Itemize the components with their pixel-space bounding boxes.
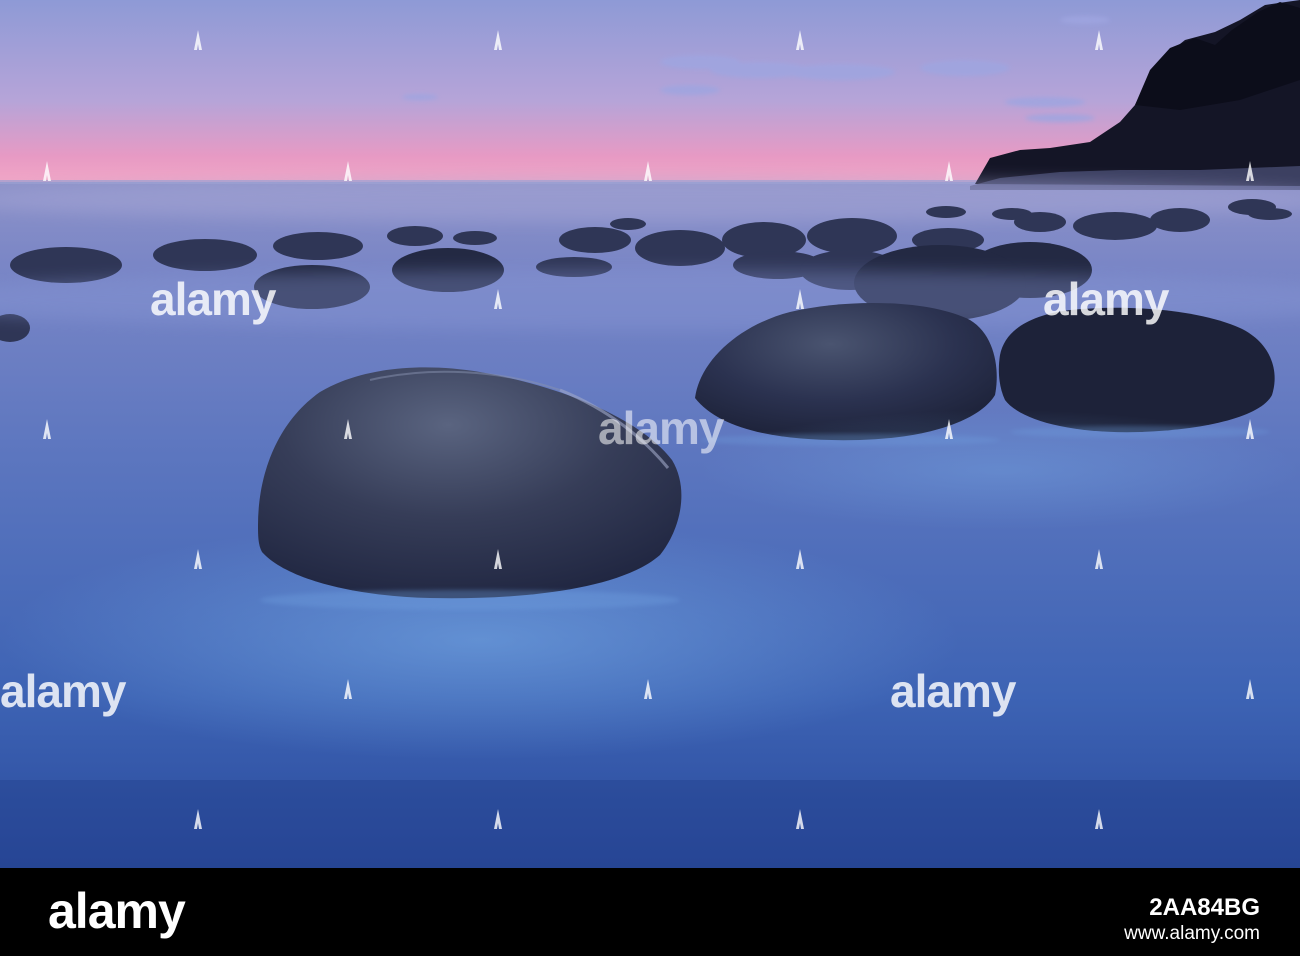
alamy-mark-icon bbox=[1246, 419, 1254, 439]
alamy-mark-icon bbox=[945, 419, 953, 439]
alamy-mark-icon bbox=[494, 30, 502, 50]
alamy-mark-icon bbox=[494, 289, 502, 309]
alamy-mark-icon bbox=[1246, 161, 1254, 181]
alamy-mark-icon bbox=[494, 809, 502, 829]
alamy-mark-icon bbox=[796, 549, 804, 569]
alamy-mark-icon bbox=[43, 161, 51, 181]
alamy-mark-icon bbox=[796, 30, 804, 50]
alamy-mark-icon bbox=[1095, 30, 1103, 50]
watermark-text: alamy bbox=[1043, 273, 1169, 325]
alamy-mark-icon bbox=[796, 809, 804, 829]
watermark-text: alamy bbox=[0, 665, 126, 717]
alamy-mark-icon bbox=[194, 549, 202, 569]
alamy-mark-icon bbox=[344, 161, 352, 181]
alamy-mark-icon bbox=[1095, 549, 1103, 569]
stock-footer-bar: alamy 2AA84BG www.alamy.com bbox=[0, 868, 1300, 956]
alamy-mark-icon bbox=[494, 549, 502, 569]
alamy-mark-icon bbox=[194, 30, 202, 50]
alamy-mark-icon bbox=[945, 161, 953, 181]
stock-id-block: 2AA84BG www.alamy.com bbox=[1124, 894, 1260, 946]
alamy-mark-icon bbox=[194, 809, 202, 829]
alamy-mark-icon bbox=[43, 419, 51, 439]
stock-logo: alamy bbox=[48, 883, 186, 939]
watermark-text: alamy bbox=[598, 402, 724, 454]
alamy-mark-icon bbox=[1246, 679, 1254, 699]
stock-photo-frame: alamy alamy alamy alamy alamy alamy 2AA8… bbox=[0, 0, 1300, 956]
stock-site-url: www.alamy.com bbox=[1124, 922, 1260, 944]
alamy-mark-icon bbox=[344, 419, 352, 439]
alamy-mark-icon bbox=[644, 161, 652, 181]
image-id: 2AA84BG bbox=[1149, 894, 1260, 921]
watermark-text: alamy bbox=[890, 665, 1016, 717]
alamy-mark-icon bbox=[344, 679, 352, 699]
alamy-mark-icon bbox=[796, 289, 804, 309]
alamy-mark-icon bbox=[1095, 809, 1103, 829]
alamy-mark-icon bbox=[644, 679, 652, 699]
watermark-text: alamy bbox=[150, 273, 276, 325]
